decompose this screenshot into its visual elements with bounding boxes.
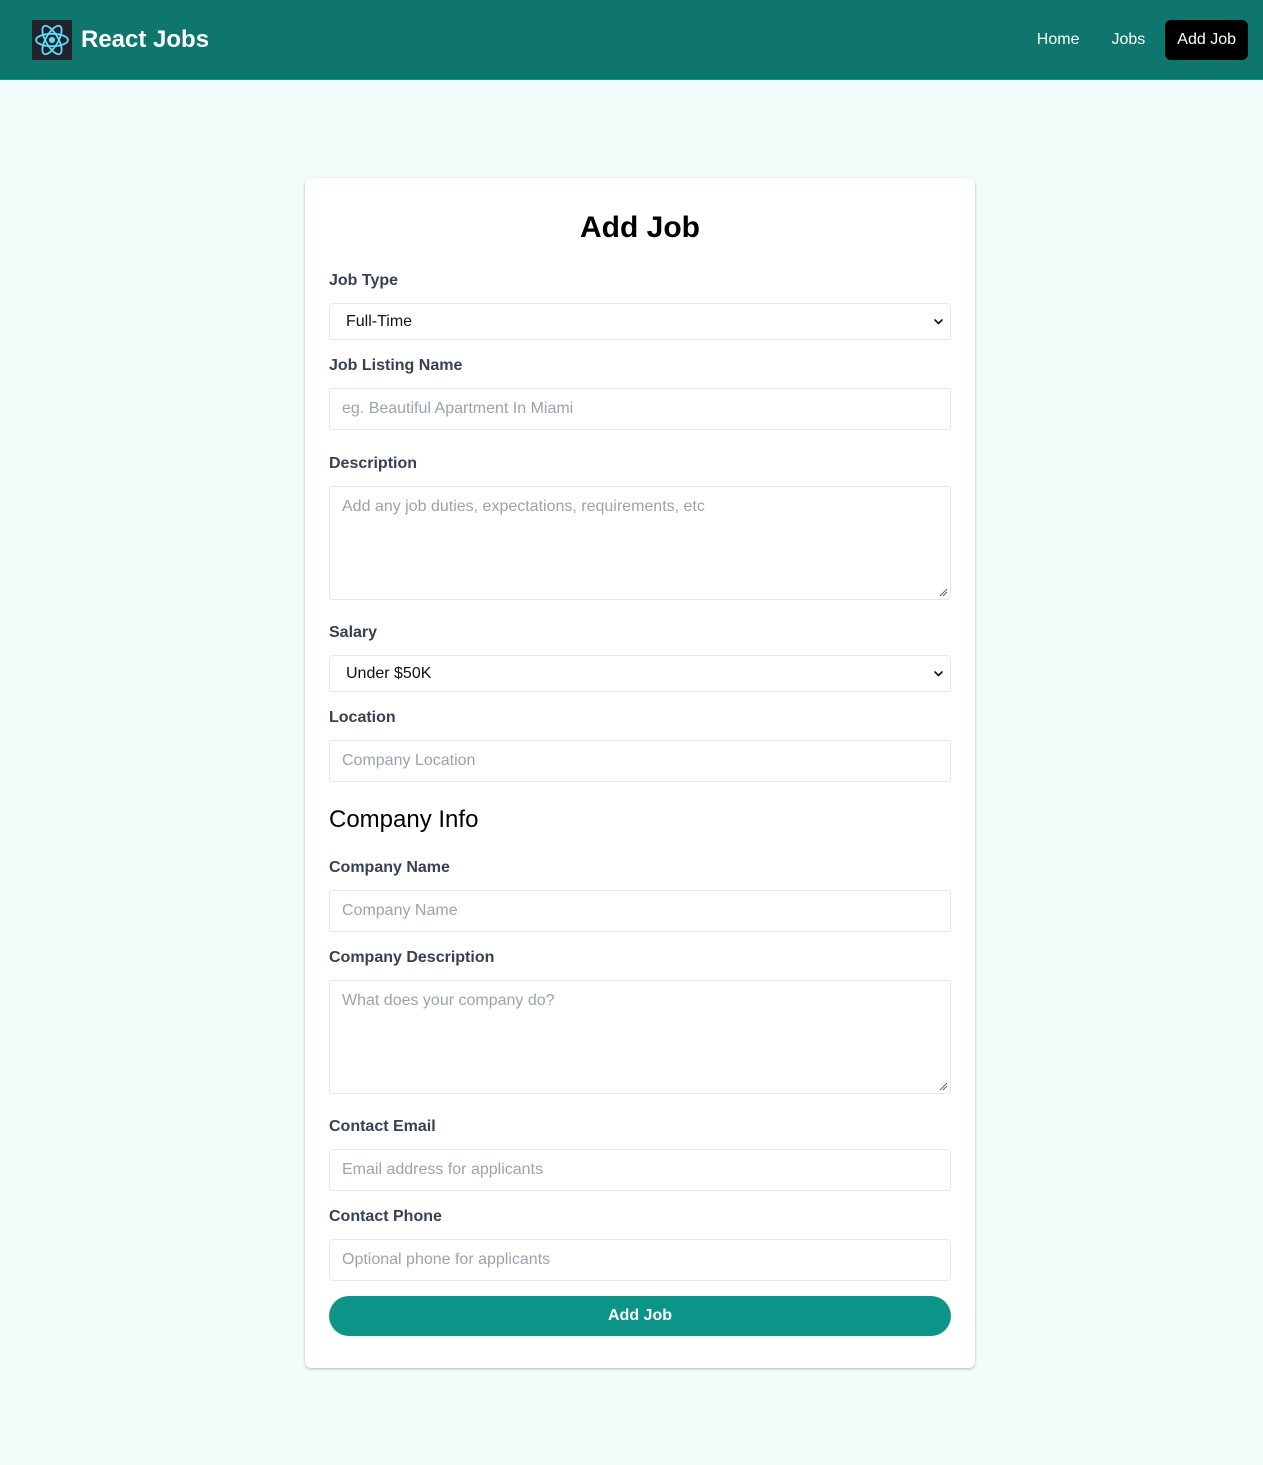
contact-email-input[interactable]: Email address for applicants xyxy=(329,1149,951,1191)
job-type-selected-value: Full-Time xyxy=(346,313,413,330)
nav-add-job-link[interactable]: Add Job xyxy=(1165,20,1248,60)
contact-phone-field: Contact Phone Optional phone for applica… xyxy=(329,1207,951,1281)
brand-name: React Jobs xyxy=(81,26,210,53)
resize-handle-icon[interactable] xyxy=(939,1082,948,1091)
company-description-textarea[interactable]: What does your company do? xyxy=(329,980,951,1094)
react-logo-graphic xyxy=(35,24,69,56)
react-logo-icon xyxy=(32,20,72,60)
salary-selected-value: Under $50K xyxy=(346,665,432,682)
brand-home-link[interactable]: React Jobs xyxy=(32,20,209,60)
location-field: Location Company Location xyxy=(329,708,951,782)
nav-jobs-link[interactable]: Jobs xyxy=(1099,20,1157,60)
company-description-field: Company Description What does your compa… xyxy=(329,948,951,1094)
description-label: Description xyxy=(329,455,418,472)
job-type-select[interactable]: Full-Time xyxy=(329,303,951,340)
company-name-input[interactable]: Company Name xyxy=(329,890,951,932)
contact-phone-label: Contact Phone xyxy=(329,1208,442,1225)
chevron-down-icon xyxy=(934,671,943,677)
company-name-field: Company Name Company Name xyxy=(329,858,951,932)
top-navigation-bar: React Jobs Home Jobs Add Job xyxy=(0,0,1263,80)
description-field: Description Add any job duties, expectat… xyxy=(329,454,951,600)
description-placeholder: Add any job duties, expectations, requir… xyxy=(342,498,705,515)
location-input[interactable]: Company Location xyxy=(329,740,951,782)
salary-label: Salary xyxy=(329,624,378,641)
resize-handle-icon[interactable] xyxy=(939,588,948,597)
salary-field: Salary Under $50K xyxy=(329,623,951,692)
add-job-submit-button[interactable]: Add Job xyxy=(329,1296,951,1336)
company-description-label: Company Description xyxy=(329,949,495,966)
nav-home-link[interactable]: Home xyxy=(1025,20,1092,60)
contact-email-field: Contact Email Email address for applican… xyxy=(329,1117,951,1191)
company-description-placeholder: What does your company do? xyxy=(342,992,555,1009)
job-listing-name-input[interactable]: eg. Beautiful Apartment In Miami xyxy=(329,388,951,430)
chevron-down-icon xyxy=(934,319,943,325)
location-label: Location xyxy=(329,709,396,726)
description-textarea[interactable]: Add any job duties, expectations, requir… xyxy=(329,486,951,600)
job-type-field: Job Type Full-Time xyxy=(329,271,951,340)
company-info-heading: Company Info xyxy=(329,806,479,833)
main-navigation: Home Jobs Add Job xyxy=(1017,20,1248,60)
salary-select[interactable]: Under $50K xyxy=(329,655,951,692)
contact-phone-input[interactable]: Optional phone for applicants xyxy=(329,1239,951,1281)
job-listing-name-label: Job Listing Name xyxy=(329,357,463,374)
add-job-form-card: Add Job Job Type Full-Time Job Listing N… xyxy=(305,178,975,1368)
company-name-label: Company Name xyxy=(329,859,450,876)
job-type-label: Job Type xyxy=(329,272,399,289)
contact-email-label: Contact Email xyxy=(329,1118,436,1135)
page-title: Add Job xyxy=(580,211,700,244)
job-listing-name-field: Job Listing Name eg. Beautiful Apartment… xyxy=(329,356,951,430)
